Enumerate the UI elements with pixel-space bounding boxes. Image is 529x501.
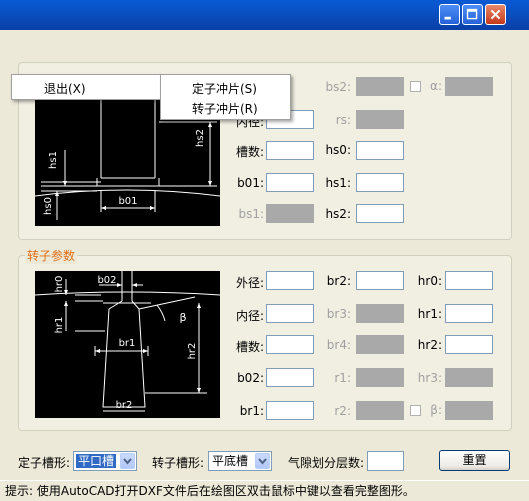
label-hr0: hr0: [417,274,442,288]
input-rotor-slots[interactable] [266,335,314,354]
label-br1: br1: [239,404,264,418]
maximize-icon [466,8,478,20]
label-alpha: α: [430,79,442,93]
input-alpha [445,77,493,96]
label-beta-field: β: [430,403,442,417]
label-r1: r1: [334,371,351,385]
label-b02: b02 [97,275,116,286]
status-bar: 提示: 使用AutoCAD打开DXF文件后在绘图区双击鼠标中键以查看完整图形。 [0,480,529,501]
label-stator-slots: 槽数: [235,145,264,159]
close-icon [490,9,501,20]
label-br2: br2: [326,274,351,288]
label-b01: b01 [118,196,137,207]
label-br2: br2 [116,400,133,411]
rotor-slot-type-value: 平底槽 [212,454,249,468]
input-bs1 [266,204,314,223]
label-hs1: hs1: [325,176,351,190]
input-hr3 [445,368,493,387]
label-hr1: hr1 [54,317,65,334]
stator-slot-type-select[interactable]: 平口槽 [73,451,137,471]
input-hr2[interactable] [445,335,493,354]
rotor-slot-type-select[interactable]: 平底槽 [208,451,272,471]
input-hs1[interactable] [356,173,404,192]
label-hs2: hs2: [325,207,351,221]
minimize-icon [444,16,451,20]
close-button[interactable] [485,4,506,25]
input-br2[interactable] [356,271,404,290]
input-r1 [356,368,404,387]
rotor-slot-type-label: 转子槽形: [152,456,205,470]
label-b02: b02: [237,371,264,385]
label-hs0: hs0: [325,143,351,157]
dropdown-button[interactable] [255,453,270,469]
chevron-down-icon [123,458,132,465]
label-r2: r2: [334,404,351,418]
chevron-down-icon [258,458,267,465]
input-bs2 [356,77,404,96]
input-rs [356,110,404,129]
input-br4 [356,335,404,354]
input-stator-slots[interactable] [266,141,314,160]
stator-slot-type-label: 定子槽形: [18,456,71,470]
rotor-group-title: 转子参数 [25,247,78,264]
input-rotor-inner-diameter[interactable] [266,304,314,323]
input-hs0[interactable] [356,141,404,160]
label-hr3: hr3: [417,371,442,385]
label-hs0: hs0 [43,197,54,215]
dropdown-button[interactable] [120,453,135,469]
input-b02[interactable] [266,368,314,387]
checkbox-beta[interactable] [410,405,421,416]
menu-item-stator-lamination[interactable]: 定子冲片(S) [192,80,257,97]
minimize-button[interactable] [439,4,460,25]
label-rotor-outer-diameter: 外径: [235,276,264,290]
input-r2 [356,401,404,420]
label-b01: b01: [237,176,264,190]
reset-button[interactable]: 重置 [439,450,510,471]
label-br4: br4: [326,338,351,352]
slot-submenu: 定子冲片(S) 转子冲片(R) [160,74,291,120]
label-br1: br1 [119,338,136,349]
label-rotor-slots: 槽数: [235,340,264,354]
label-hs1: hs1 [48,151,59,169]
label-hr0: hr0 [54,276,65,293]
label-hs2: hs2 [195,129,206,147]
label-hr2: hr2: [417,338,442,352]
input-br1[interactable] [266,401,314,420]
input-rotor-outer-diameter[interactable] [266,271,314,290]
input-hr0[interactable] [445,271,493,290]
label-hr2: hr2 [187,343,198,360]
input-hs2[interactable] [356,204,404,223]
menu-item-exit[interactable]: 退出(X) [44,80,86,97]
air-gap-layers-input[interactable] [367,451,404,471]
label-hr1: hr1: [417,307,442,321]
input-beta [445,401,493,420]
input-hr1[interactable] [445,304,493,323]
stator-slot-type-value: 平口槽 [76,454,117,468]
label-rs: rs: [335,113,351,127]
label-bs2: bs2: [325,80,351,94]
label-rotor-inner-diameter: 内径: [235,309,264,323]
checkbox-alpha[interactable] [410,81,421,92]
rotor-slot-drawing: hr0 b02 β hr1 br1 hr2 br2 [34,271,221,412]
file-menu-dropdown: 退出(X) [11,74,161,100]
menu-item-rotor-lamination[interactable]: 转子冲片(R) [192,100,258,117]
label-beta: β [179,311,186,324]
title-bar [0,0,529,30]
air-gap-layers-label: 气隙划分层数: [288,456,365,470]
label-br3: br3: [326,307,351,321]
input-br3 [356,304,404,323]
maximize-button[interactable] [462,4,483,25]
rotor-diagram: hr0 b02 β hr1 br1 hr2 br2 [34,271,221,418]
input-b01[interactable] [266,173,314,192]
label-bs1: bs1: [238,207,264,221]
